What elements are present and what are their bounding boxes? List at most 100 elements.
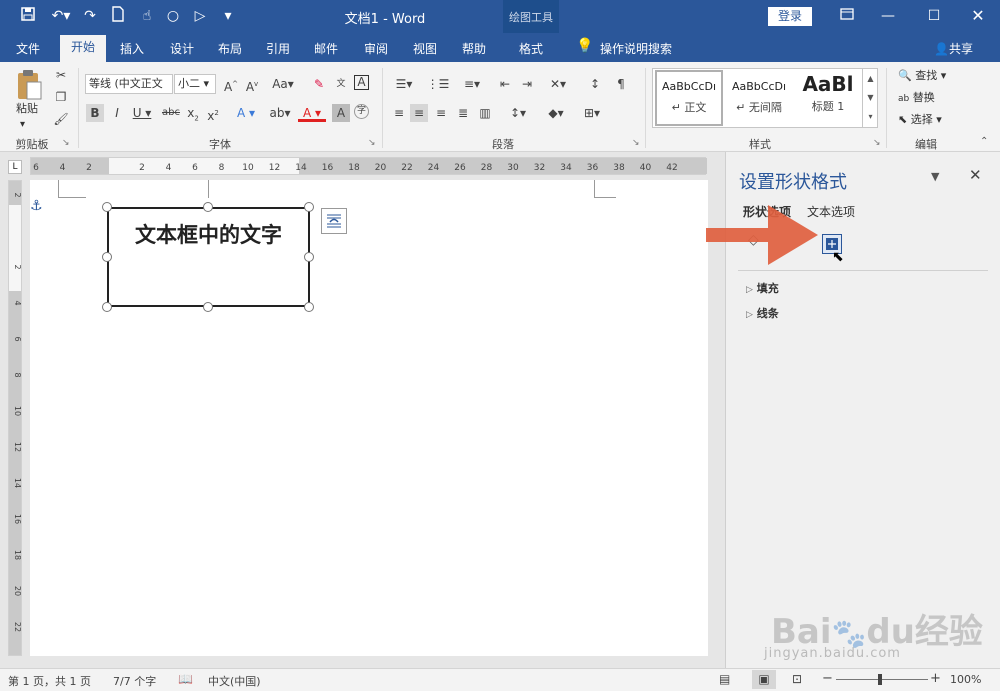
web-layout-icon[interactable]: ⊡: [792, 672, 802, 686]
style-normal[interactable]: AaBbCcDı ↵ 正文: [655, 70, 723, 126]
close-icon[interactable]: ✕: [966, 6, 990, 26]
bullets-icon[interactable]: ☰▾: [390, 75, 418, 93]
undo-icon[interactable]: ↶▾: [48, 6, 74, 26]
font-name-select[interactable]: 等线 (中文正文: [85, 74, 173, 94]
clipboard-launcher-icon[interactable]: ↘: [62, 138, 70, 148]
collapse-ribbon-icon[interactable]: ⌃: [980, 136, 988, 147]
document-page[interactable]: ⚓ 文本框中的文字: [30, 180, 708, 656]
zoom-level[interactable]: 100%: [950, 673, 981, 686]
increase-indent-icon[interactable]: ⇥: [518, 75, 536, 93]
minimize-icon[interactable]: —: [876, 6, 900, 26]
text-box[interactable]: 文本框中的文字: [107, 207, 310, 307]
multilevel-list-icon[interactable]: ≡▾: [458, 75, 486, 93]
resize-handle[interactable]: [102, 302, 112, 312]
sort-icon[interactable]: ↕: [586, 75, 604, 93]
grow-font-icon[interactable]: A^: [222, 75, 240, 94]
character-border-icon[interactable]: A: [354, 75, 369, 90]
ribbon-display-icon[interactable]: [835, 6, 859, 26]
resize-handle[interactable]: [102, 202, 112, 212]
layout-options-icon[interactable]: [321, 208, 347, 234]
text-effects-icon[interactable]: A ▾: [232, 104, 260, 122]
zoom-slider-thumb[interactable]: [878, 674, 882, 685]
font-launcher-icon[interactable]: ↘: [368, 138, 376, 148]
page-count[interactable]: 第 1 页，共 1 页: [8, 673, 91, 689]
phonetic-guide-icon[interactable]: 文: [332, 75, 350, 93]
touch-mode-icon[interactable]: ☝: [137, 6, 157, 26]
tab-view[interactable]: 视图: [405, 39, 445, 59]
read-mode-icon[interactable]: ▤: [719, 672, 730, 686]
section-fill[interactable]: ▷ 填充: [746, 280, 779, 296]
copy-icon[interactable]: ❐: [52, 88, 70, 106]
select-button[interactable]: ⬉ 选择 ▾: [898, 111, 942, 129]
proofing-icon[interactable]: 📖: [178, 672, 193, 686]
font-size-select[interactable]: 小二 ▾: [174, 74, 216, 94]
distributed-icon[interactable]: ▥: [476, 104, 494, 122]
resize-handle[interactable]: [203, 202, 213, 212]
paste-dropdown-icon[interactable]: ▾: [20, 116, 25, 134]
underline-icon[interactable]: U ▾: [128, 104, 156, 122]
styles-scroll[interactable]: ▲ ▼ ▾: [862, 69, 878, 127]
resize-handle[interactable]: [102, 252, 112, 262]
section-line[interactable]: ▷ 线条: [746, 305, 779, 321]
tab-home[interactable]: 开始: [60, 35, 106, 62]
tell-me-search[interactable]: 操作说明搜索: [600, 40, 672, 57]
resize-handle[interactable]: [304, 252, 314, 262]
resize-handle[interactable]: [304, 302, 314, 312]
line-spacing-icon[interactable]: ↕▾: [504, 104, 532, 122]
tab-references[interactable]: 引用: [258, 39, 298, 59]
zoom-in-icon[interactable]: +: [930, 671, 941, 686]
tab-review[interactable]: 审阅: [356, 39, 396, 59]
maximize-icon[interactable]: ☐: [922, 6, 946, 26]
send-icon[interactable]: ▷: [190, 6, 210, 26]
justify-icon[interactable]: ≣: [454, 104, 472, 122]
styles-launcher-icon[interactable]: ↘: [873, 138, 881, 148]
highlight-icon[interactable]: ab▾: [266, 104, 294, 122]
tab-insert[interactable]: 插入: [112, 39, 152, 59]
paragraph-launcher-icon[interactable]: ↘: [632, 138, 640, 148]
font-color-icon[interactable]: A ▾: [298, 104, 326, 122]
customize-qat-icon[interactable]: ▾: [218, 6, 238, 26]
clear-formatting-icon[interactable]: ✎: [310, 75, 328, 93]
style-heading-1[interactable]: AaBl 标题 1: [795, 70, 861, 126]
superscript-icon[interactable]: x2: [204, 104, 222, 123]
change-case-icon[interactable]: Aa▾: [270, 75, 296, 93]
new-document-icon[interactable]: [108, 6, 128, 26]
enclose-characters-icon[interactable]: 字: [354, 104, 369, 119]
align-center-icon[interactable]: ≡: [410, 104, 428, 122]
align-right-icon[interactable]: ≡: [432, 104, 450, 122]
find-button[interactable]: 🔍 查找 ▾: [898, 67, 946, 85]
decrease-indent-icon[interactable]: ⇤: [496, 75, 514, 93]
paste-icon[interactable]: [14, 68, 44, 102]
zoom-out-icon[interactable]: −: [822, 671, 833, 686]
close-pane-icon[interactable]: ✕: [969, 166, 982, 184]
tab-file[interactable]: 文件: [10, 39, 46, 59]
tab-selector-icon[interactable]: L: [8, 160, 22, 174]
tab-layout[interactable]: 布局: [210, 39, 250, 59]
replace-button[interactable]: ab 替换: [898, 89, 935, 108]
shading-icon[interactable]: ◆▾: [542, 104, 570, 122]
tab-help[interactable]: 帮助: [454, 39, 494, 59]
numbering-icon[interactable]: ⋮☰: [424, 75, 452, 93]
strikethrough-icon[interactable]: abc: [160, 104, 182, 122]
asian-layout-icon[interactable]: ✕▾: [544, 75, 572, 93]
tab-format[interactable]: 格式: [510, 39, 552, 59]
tab-mailings[interactable]: 邮件: [306, 39, 346, 59]
resize-handle[interactable]: [203, 302, 213, 312]
share-button[interactable]: 👤共享: [934, 40, 973, 57]
align-left-icon[interactable]: ≡: [390, 104, 408, 122]
tab-design[interactable]: 设计: [162, 39, 202, 59]
borders-icon[interactable]: ⊞▾: [578, 104, 606, 122]
format-painter-icon[interactable]: 🖌: [52, 110, 70, 128]
italic-icon[interactable]: I: [108, 104, 126, 122]
zoom-slider[interactable]: [836, 679, 928, 680]
cut-icon[interactable]: ✂: [52, 66, 70, 84]
save-icon[interactable]: [18, 6, 38, 26]
word-count[interactable]: 7/7 个字: [113, 673, 156, 689]
circle-shape-icon[interactable]: ○: [163, 6, 183, 26]
redo-icon[interactable]: ↷: [80, 6, 100, 26]
shrink-font-icon[interactable]: Av: [243, 75, 261, 94]
character-shading-icon[interactable]: A: [332, 104, 350, 122]
resize-handle[interactable]: [304, 202, 314, 212]
language-status[interactable]: 中文(中国): [208, 673, 261, 689]
style-no-spacing[interactable]: AaBbCcDı ↵ 无间隔: [725, 70, 793, 126]
